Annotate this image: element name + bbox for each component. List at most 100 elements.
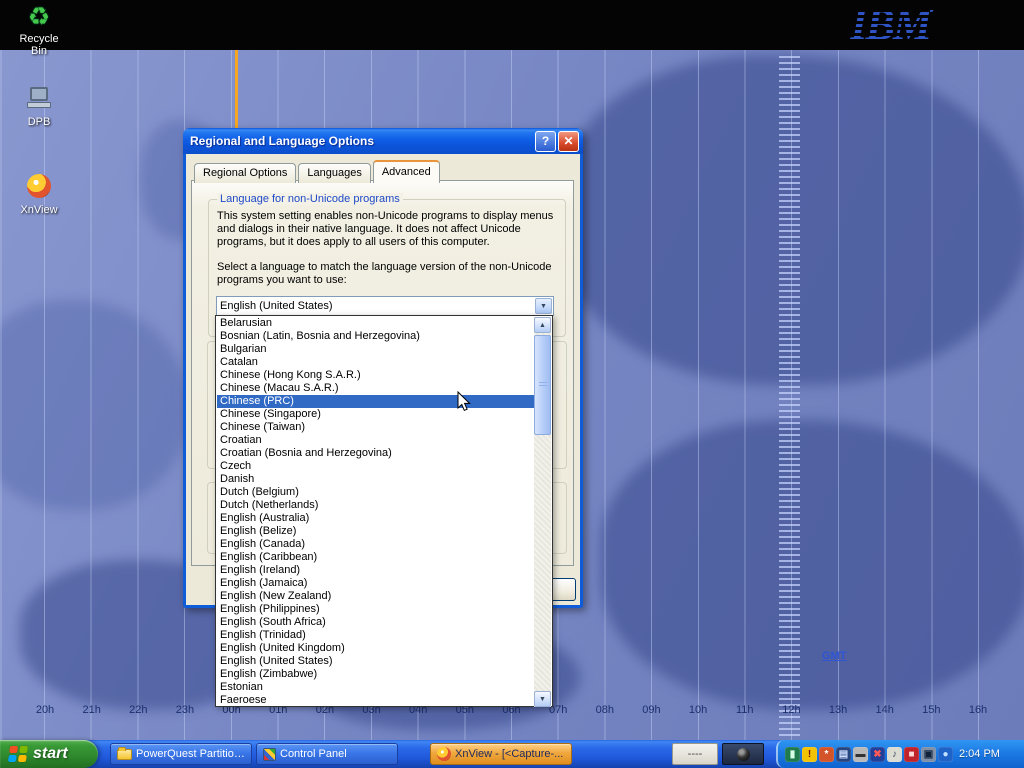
control-panel-icon bbox=[263, 748, 276, 761]
desktop-icon-recycle-bin[interactable]: ♻ Recycle Bin bbox=[10, 3, 68, 57]
current-time-marker bbox=[235, 50, 238, 128]
chevron-down-icon: ▼ bbox=[540, 303, 547, 310]
gmt-label: GMT bbox=[822, 650, 846, 662]
taskbar-button-powerquest[interactable]: PowerQuest Partition... bbox=[110, 743, 252, 765]
language-option[interactable]: Croatian bbox=[217, 434, 536, 447]
language-option[interactable]: Danish bbox=[217, 473, 536, 486]
timezone-label: 11h bbox=[736, 704, 754, 716]
scrollbar-track[interactable] bbox=[534, 333, 551, 691]
select-language-instruction: Select a language to match the language … bbox=[217, 261, 567, 287]
tab-languages[interactable]: Languages bbox=[298, 163, 370, 183]
language-option[interactable]: Chinese (Hong Kong S.A.R.) bbox=[217, 369, 536, 382]
system-tray: ▮!*▤▬✖♪■▣● 2:04 PM bbox=[776, 740, 1024, 768]
desktop-icon-dpb[interactable]: DPB bbox=[10, 86, 68, 128]
tab-advanced[interactable]: Advanced bbox=[373, 160, 440, 183]
taskbar-clock[interactable]: 2:04 PM bbox=[959, 748, 1000, 760]
desktop-icon-label: XnView bbox=[10, 204, 68, 216]
task-button-label: Control Panel bbox=[280, 748, 347, 760]
language-option[interactable]: English (Jamaica) bbox=[217, 577, 536, 590]
language-option[interactable]: Chinese (PRC) bbox=[217, 395, 536, 408]
close-button[interactable]: ✕ bbox=[558, 131, 579, 152]
start-button[interactable]: start bbox=[0, 740, 98, 768]
language-listbox-items: BelarusianBosnian (Latin, Bosnia and Her… bbox=[217, 317, 536, 707]
timezone-label: 10h bbox=[689, 704, 707, 716]
language-dropdown-list: BelarusianBosnian (Latin, Bosnia and Her… bbox=[215, 315, 553, 707]
desktop-icon-label: Recycle Bin bbox=[10, 33, 68, 57]
xnview-icon bbox=[10, 174, 68, 202]
task-button-label: PowerQuest Partition... bbox=[136, 748, 245, 760]
language-option[interactable]: Belarusian bbox=[217, 317, 536, 330]
black-ball-icon bbox=[737, 748, 750, 761]
language-option[interactable]: Dutch (Belgium) bbox=[217, 486, 536, 499]
dialog-titlebar[interactable]: Regional and Language Options ? ✕ bbox=[183, 128, 583, 154]
language-option[interactable]: Bulgarian bbox=[217, 343, 536, 356]
language-option[interactable]: Catalan bbox=[217, 356, 536, 369]
language-option[interactable]: English (Canada) bbox=[217, 538, 536, 551]
timezone-label: 15h bbox=[922, 704, 940, 716]
language-option[interactable]: Dutch (Netherlands) bbox=[217, 499, 536, 512]
task-button-label: XnView - [<Capture-... bbox=[455, 748, 563, 760]
language-option[interactable]: English (Australia) bbox=[217, 512, 536, 525]
close-icon: ✕ bbox=[563, 134, 573, 148]
group-box-title: Language for non-Unicode programs bbox=[217, 193, 403, 205]
language-option[interactable]: English (Caribbean) bbox=[217, 551, 536, 564]
language-option[interactable]: Faeroese bbox=[217, 694, 536, 707]
language-option[interactable]: English (New Zealand) bbox=[217, 590, 536, 603]
timezone-label: 21h bbox=[82, 704, 100, 716]
taskbar-dark-segment[interactable] bbox=[722, 743, 764, 765]
power-status-icon[interactable]: ▮ bbox=[785, 747, 800, 762]
taskbar-button-control-panel[interactable]: Control Panel bbox=[256, 743, 398, 765]
antivirus-icon[interactable]: ■ bbox=[904, 747, 919, 762]
language-option[interactable]: English (United Kingdom) bbox=[217, 642, 536, 655]
volume-icon[interactable]: ♪ bbox=[887, 747, 902, 762]
desktop-icon-xnview[interactable]: XnView bbox=[10, 174, 68, 216]
timezone-label: 08h bbox=[596, 704, 614, 716]
language-option[interactable]: English (Philippines) bbox=[217, 603, 536, 616]
scroll-up-button[interactable]: ▲ bbox=[534, 317, 551, 333]
language-option[interactable]: English (South Africa) bbox=[217, 616, 536, 629]
scroll-down-button[interactable]: ▼ bbox=[534, 691, 551, 707]
language-option[interactable]: Chinese (Taiwan) bbox=[217, 421, 536, 434]
scroll-up-icon: ▲ bbox=[539, 322, 546, 329]
dialog-tabs: Regional Options Languages Advanced bbox=[194, 160, 442, 183]
scrollbar-thumb[interactable] bbox=[534, 335, 551, 435]
language-option[interactable]: English (Trinidad) bbox=[217, 629, 536, 642]
taskbar-toolbar-segment[interactable]: ---- bbox=[672, 743, 718, 765]
language-combobox[interactable]: English (United States) ▼ bbox=[216, 296, 554, 316]
taskbar: start PowerQuest Partition... Control Pa… bbox=[0, 740, 1024, 768]
language-option[interactable]: Estonian bbox=[217, 681, 536, 694]
taskbar-button-xnview[interactable]: XnView - [<Capture-... bbox=[430, 743, 572, 765]
language-option[interactable]: Czech bbox=[217, 460, 536, 473]
language-option[interactable]: Bosnian (Latin, Bosnia and Herzegovina) bbox=[217, 330, 536, 343]
help-button[interactable]: ? bbox=[535, 131, 556, 152]
timezone-label: 13h bbox=[829, 704, 847, 716]
timezone-label: 09h bbox=[642, 704, 660, 716]
input-language-icon[interactable]: ▬ bbox=[853, 747, 868, 762]
language-option[interactable]: English (Ireland) bbox=[217, 564, 536, 577]
graphics-utility-icon[interactable]: * bbox=[819, 747, 834, 762]
toolbar-segment-label: ---- bbox=[688, 748, 703, 760]
language-option[interactable]: English (Belize) bbox=[217, 525, 536, 538]
language-option[interactable]: Chinese (Macau S.A.R.) bbox=[217, 382, 536, 395]
scrollbar[interactable]: ▲ ▼ bbox=[534, 317, 551, 707]
combobox-value: English (United States) bbox=[217, 300, 535, 312]
network-status-icon[interactable]: ▤ bbox=[836, 747, 851, 762]
sync-error-icon[interactable]: ✖ bbox=[870, 747, 885, 762]
language-option[interactable]: Croatian (Bosnia and Herzegovina) bbox=[217, 447, 536, 460]
language-option[interactable]: English (Zimbabwe) bbox=[217, 668, 536, 681]
desktop-icon-label: DPB bbox=[10, 116, 68, 128]
timezone-label: 22h bbox=[129, 704, 147, 716]
mouse-cursor bbox=[457, 391, 471, 417]
language-option[interactable]: English (United States) bbox=[217, 655, 536, 668]
folder-icon bbox=[117, 749, 132, 760]
windows-logo-icon bbox=[8, 746, 28, 762]
security-warning-icon[interactable]: ! bbox=[802, 747, 817, 762]
combobox-dropdown-button[interactable]: ▼ bbox=[535, 298, 552, 314]
tab-regional-options[interactable]: Regional Options bbox=[194, 163, 296, 183]
recycle-bin-icon: ♻ bbox=[10, 3, 68, 31]
desktop: GMT 20h21h22h23h00h01h02h03h04h05h06h07h… bbox=[0, 0, 1024, 768]
language-option[interactable]: Chinese (Singapore) bbox=[217, 408, 536, 421]
scheduler-icon[interactable]: ● bbox=[938, 747, 953, 762]
start-label: start bbox=[33, 745, 68, 763]
display-settings-icon[interactable]: ▣ bbox=[921, 747, 936, 762]
